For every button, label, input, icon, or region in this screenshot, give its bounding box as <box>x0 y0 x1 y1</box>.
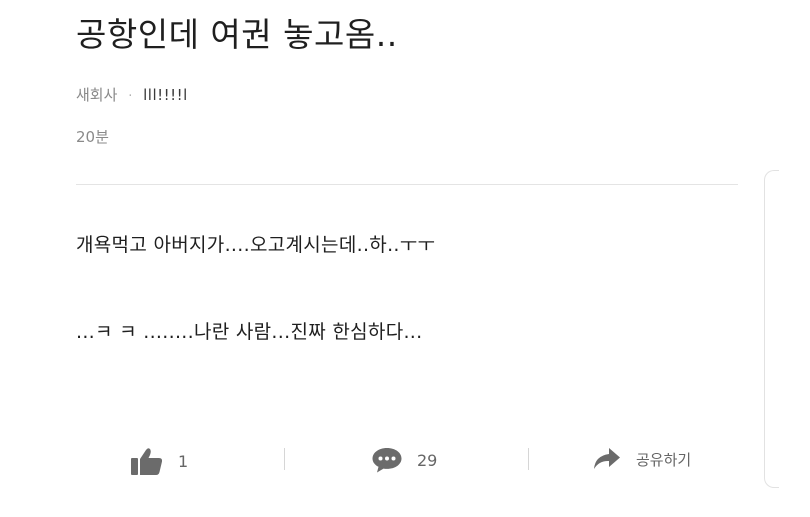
action-separator <box>528 448 529 470</box>
like-button[interactable]: 1 <box>130 446 188 476</box>
share-label: 공유하기 <box>636 450 692 469</box>
post-body-line: 개욕먹고 아버지가....오고계시는데..하..ㅜㅜ <box>76 234 436 256</box>
thumbs-up-icon <box>130 446 164 476</box>
like-count: 1 <box>178 451 189 471</box>
post-meta: 새회사 · lll!!!!l <box>76 84 188 105</box>
action-bar: 1 29 공유하기 <box>0 440 810 480</box>
share-arrow-icon <box>592 446 622 472</box>
header-divider <box>76 184 738 185</box>
action-separator <box>284 448 285 470</box>
post-time: 20분 <box>76 128 109 146</box>
post-title: 공항인데 여권 놓고옴.. <box>76 15 398 54</box>
post-container: 공항인데 여권 놓고옴.. 새회사 · lll!!!!l 20분 개욕먹고 아버… <box>0 0 810 517</box>
post-category[interactable]: 새회사 <box>76 86 117 104</box>
post-body-line: ...ㅋ ㅋ ........나란 사람...진짜 한심하다... <box>76 321 423 343</box>
post-author[interactable]: lll!!!!l <box>143 86 188 104</box>
comment-count: 29 <box>417 450 438 470</box>
comment-button[interactable]: 29 <box>371 446 437 474</box>
speech-bubble-icon <box>371 446 403 474</box>
share-button[interactable]: 공유하기 <box>592 446 691 472</box>
meta-separator: · <box>128 89 133 104</box>
